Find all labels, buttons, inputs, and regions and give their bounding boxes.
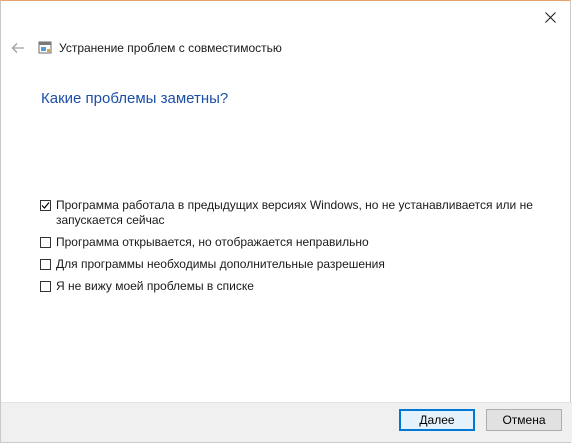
checkmark-icon <box>41 202 50 209</box>
option-label: Программа открывается, но отображается н… <box>56 235 369 249</box>
troubleshooter-icon <box>38 41 52 54</box>
back-arrow-icon <box>11 43 24 53</box>
option-label: Я не вижу моей проблемы в списке <box>56 279 254 293</box>
dialog-window: Устранение проблем с совместимостью Каки… <box>0 0 572 443</box>
problem-option[interactable]: Я не вижу моей проблемы в списке <box>40 279 540 294</box>
checkbox[interactable] <box>40 259 51 270</box>
checkbox[interactable] <box>40 237 51 248</box>
close-icon <box>544 11 556 23</box>
problem-options-list: Программа работала в предыдущих версиях … <box>40 198 540 301</box>
cancel-button[interactable]: Отмена <box>486 409 562 431</box>
problem-option[interactable]: Для программы необходимы дополнительные … <box>40 257 540 272</box>
back-button[interactable] <box>9 39 27 57</box>
problem-option[interactable]: Программа работала в предыдущих версиях … <box>40 198 540 228</box>
option-label: Программа работала в предыдущих версиях … <box>56 198 533 227</box>
page-heading: Какие проблемы заметны? <box>41 90 229 107</box>
checkbox[interactable] <box>40 200 51 211</box>
close-button[interactable] <box>536 5 564 29</box>
window-title: Устранение проблем с совместимостью <box>59 41 282 55</box>
option-label: Для программы необходимы дополнительные … <box>56 257 385 271</box>
next-button[interactable]: Далее <box>399 409 475 431</box>
problem-option[interactable]: Программа открывается, но отображается н… <box>40 235 540 250</box>
footer-bar: Далее Отмена <box>1 402 572 442</box>
checkbox[interactable] <box>40 281 51 292</box>
nav-bar: Устранение проблем с совместимостью <box>9 37 282 59</box>
